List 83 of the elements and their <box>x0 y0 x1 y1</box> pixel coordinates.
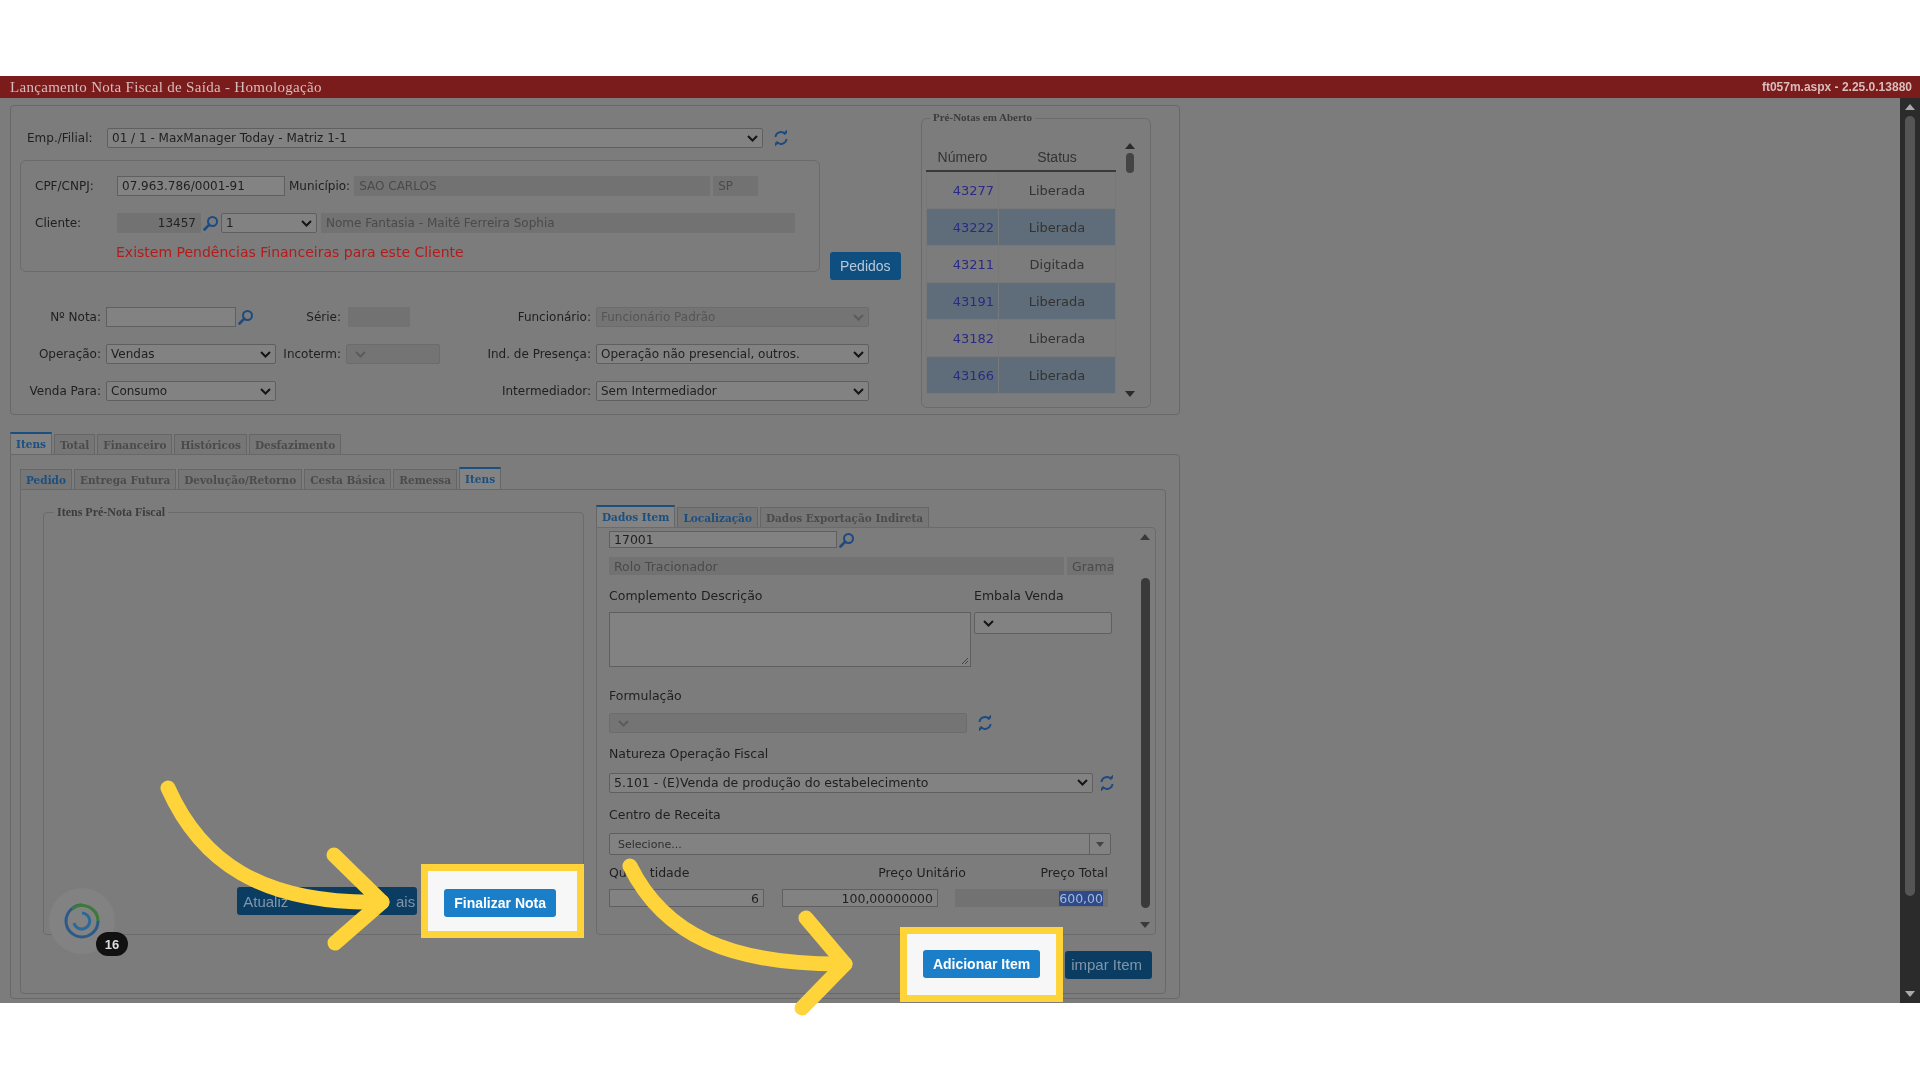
column-header: Status <box>998 143 1116 171</box>
search-icon[interactable] <box>203 215 219 231</box>
field-label: Intermediador: <box>500 383 592 400</box>
table-cell: Liberada <box>998 208 1116 246</box>
tab[interactable]: Pedido <box>20 469 72 489</box>
field-label: Série: <box>305 309 342 326</box>
refresh-icon[interactable] <box>977 715 993 731</box>
table-cell[interactable]: 43277 <box>926 171 999 209</box>
chevron-icon <box>301 219 312 227</box>
dropdown[interactable] <box>974 612 1112 634</box>
field-label: Nº Nota: <box>49 309 102 326</box>
finalizar-button[interactable]: Finalizar Nota <box>444 889 556 917</box>
scrollbar[interactable] <box>1900 98 1920 1003</box>
resize-grip-icon[interactable] <box>961 657 969 665</box>
chevron-icon <box>1077 779 1088 786</box>
field-label: CPF/CNPJ: <box>35 179 95 193</box>
tab[interactable]: Localização <box>677 507 758 527</box>
version-label: ft057m.aspx - 2.25.0.13880 <box>1761 80 1912 94</box>
chevron-icon <box>853 350 864 358</box>
chevron-icon <box>853 387 864 395</box>
table-cell: Liberada <box>998 356 1116 394</box>
dropdown[interactable]: 01 / 1 - MaxManager Today - Matriz 1-1 <box>107 128 763 148</box>
text-area[interactable] <box>609 612 971 667</box>
dropdown[interactable]: Consumo <box>106 381 276 401</box>
tab[interactable]: Itens <box>459 467 502 489</box>
field-label: Preço Total <box>1040 866 1108 880</box>
dropdown[interactable]: 5.101 - (E)Venda de produção do estabelecimento <box>609 772 1093 793</box>
chevron-icon <box>355 350 366 358</box>
field-label: tidade <box>649 866 690 880</box>
dropdown[interactable]: Vendas <box>106 344 276 364</box>
table-cell[interactable]: 43211 <box>926 245 999 283</box>
field-label: Cliente: <box>35 216 83 230</box>
panel-title: Pré-Notas em Aberto <box>930 111 1035 123</box>
input-field: 600,00 <box>955 889 1108 907</box>
field-label: Funcionário: <box>516 309 592 326</box>
chevron-icon <box>260 387 271 395</box>
column-header: Número <box>926 143 999 171</box>
field-label: Centro de Receita <box>609 808 721 822</box>
field-label: Preço Unitário <box>877 866 966 880</box>
field-label: Complemento Descrição <box>609 589 764 603</box>
table-cell[interactable]: 43166 <box>926 356 999 394</box>
table-cell: Liberada <box>998 171 1116 209</box>
search-icon[interactable] <box>839 531 855 548</box>
refresh-icon[interactable] <box>773 130 789 146</box>
chevron-icon <box>618 719 629 727</box>
dropdown[interactable]: 1 <box>221 213 317 233</box>
pedidos-button[interactable]: Pedidos <box>830 252 901 280</box>
input-field[interactable]: 07.963.786/0001-91 <box>117 176 285 196</box>
dropdown[interactable]: Operação não presencial, outros. <box>596 344 869 364</box>
input-field[interactable]: 13457 <box>117 213 201 233</box>
tab[interactable]: Dados Item <box>596 505 676 527</box>
chevron-icon <box>983 619 994 627</box>
input-field[interactable]: 17001 <box>609 531 837 548</box>
table-cell: Digitada <box>998 245 1116 283</box>
notification-badge: 16 <box>96 932 128 956</box>
field-label: Emp./Filial: <box>27 131 94 145</box>
combo-box[interactable]: Selecione... <box>609 833 1111 855</box>
field-label: Incoterm: <box>282 346 342 363</box>
search-icon[interactable] <box>238 309 254 325</box>
warning-message: Existem Pendências Financeiras para este Cliente <box>116 244 465 260</box>
field-label: Natureza Operação Fiscal <box>609 747 769 761</box>
input-field[interactable]: 100,00000000 <box>782 889 938 907</box>
field-label: Município: <box>289 179 351 193</box>
input-field[interactable] <box>106 307 236 327</box>
field-label: Ind. de Presença: <box>486 346 592 363</box>
table-cell[interactable]: 43182 <box>926 319 999 357</box>
limpar-button[interactable]: impar Item <box>1065 950 1152 979</box>
table-cell: Liberada <box>998 282 1116 320</box>
chevron-icon <box>747 134 758 142</box>
table-cell: Liberada <box>998 319 1116 357</box>
table-cell[interactable]: 43222 <box>926 208 999 246</box>
dropdown[interactable]: Sem Intermediador <box>596 381 869 401</box>
field-label: Embala Venda <box>974 589 1064 603</box>
window-title: Lançamento Nota Fiscal de Saída - Homologação <box>10 78 322 96</box>
field-label: Operação: <box>37 346 102 363</box>
table-cell[interactable]: 43191 <box>926 282 999 320</box>
chevron-icon <box>260 350 271 358</box>
field-label: Formulação <box>609 689 682 703</box>
refresh-icon[interactable] <box>1099 774 1115 791</box>
tab[interactable]: Itens <box>10 432 52 454</box>
chevron-icon <box>853 313 864 321</box>
field-label: Venda Para: <box>28 383 102 400</box>
adicionar-button[interactable]: Adicionar Item <box>922 950 1041 978</box>
